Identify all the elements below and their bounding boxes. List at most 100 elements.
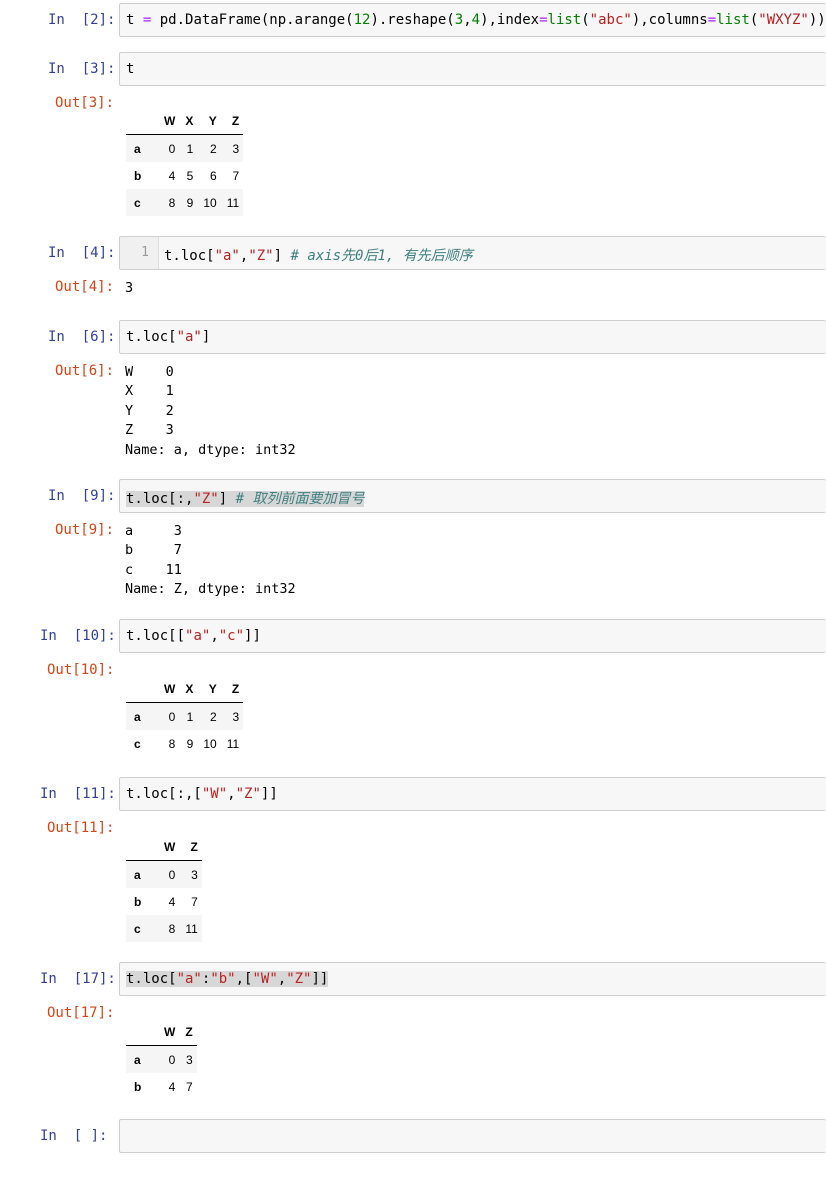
- table-cell: 4: [168, 1079, 176, 1094]
- dataframe-output: W Za 0 3 b 4 7 c 8 11: [126, 833, 202, 942]
- code-cell-17[interactable]: t.loc["a":"b",["W","Z"]]: [119, 962, 826, 996]
- table-cell: 7: [232, 168, 240, 183]
- out-prompt-4: Out[4]:: [55, 279, 115, 295]
- table-cell: 8: [168, 921, 176, 936]
- code-line[interactable]: t.loc["a":"b",["W","Z"]]: [126, 971, 329, 987]
- index-header: [126, 833, 158, 861]
- index-header: [126, 675, 158, 703]
- column-header: Z: [179, 833, 202, 861]
- column-header: Z: [220, 107, 244, 135]
- table-row: a 01 23: [126, 702, 244, 730]
- line-gutter: 1: [120, 237, 159, 269]
- column-header: Y: [197, 675, 221, 703]
- in-prompt-9: In [9]:: [48, 488, 116, 504]
- code-line[interactable]: t.loc[:,["W","Z"]]: [126, 786, 278, 802]
- code-cell-6[interactable]: t.loc["a"]: [119, 320, 826, 354]
- code-line[interactable]: t.loc["a","Z"] # axis先0后1, 有先后顺序: [164, 245, 473, 265]
- out-prompt-3: Out[3]:: [55, 95, 115, 111]
- line-number: 1: [141, 245, 149, 260]
- table-cell: 9: [186, 736, 194, 751]
- table-row: b 47: [126, 1073, 197, 1100]
- table-cell: 1: [186, 709, 194, 724]
- column-header: X: [179, 675, 198, 703]
- row-index: b: [134, 894, 142, 909]
- row-index: b: [134, 168, 142, 183]
- table-cell: 11: [226, 195, 240, 210]
- table-cell: 0: [168, 867, 176, 882]
- column-header: Z: [179, 1018, 197, 1046]
- table-cell: 11: [185, 921, 198, 936]
- code-line[interactable]: t.loc[:,"Z"] # 取列前面要加冒号: [126, 488, 365, 508]
- table-row: a 01 23: [126, 134, 244, 162]
- code-cell-empty[interactable]: [119, 1119, 826, 1153]
- text-output: 3: [125, 280, 134, 296]
- table-cell: 6: [210, 168, 217, 183]
- in-prompt-11: In [11]:: [40, 786, 116, 802]
- in-prompt-17: In [17]:: [40, 971, 116, 987]
- row-index: c: [134, 736, 141, 751]
- text-output: W 0 X 1 Y 2 Z 3 Name: a, dtype: int32: [125, 364, 296, 458]
- column-header: W: [158, 675, 180, 703]
- in-prompt-3: In [3]:: [48, 61, 116, 77]
- out-prompt-10: Out[10]:: [47, 662, 115, 678]
- table-cell: 0: [168, 1052, 176, 1067]
- table-cell: 7: [185, 1079, 193, 1094]
- table-cell: 3: [232, 709, 240, 724]
- in-prompt-2: In [2]:: [48, 12, 116, 28]
- table-row: a 03: [126, 1045, 197, 1073]
- column-header: Y: [197, 107, 221, 135]
- in-prompt-6: In [6]:: [48, 329, 116, 345]
- table-cell: 1: [186, 141, 194, 156]
- table-cell: 0: [168, 709, 176, 724]
- code-comment: # axis先0后1, 有先后顺序: [290, 248, 473, 264]
- text-output: a 3 b 7 c 11 Name: Z, dtype: int32: [125, 523, 296, 598]
- dataframe-output: W X Y Za 0 1 2 3 b 4 5 6 7 c 8 9 10 11: [126, 107, 244, 216]
- column-header: X: [179, 107, 198, 135]
- index-header: [126, 1018, 158, 1046]
- table-cell: 10: [203, 195, 217, 210]
- table-cell: 11: [226, 736, 240, 751]
- code-line[interactable]: t = pd.DataFrame(np.arange(12).reshape(3…: [126, 12, 826, 28]
- index-header: [126, 107, 158, 135]
- table-cell: 3: [185, 1052, 193, 1067]
- table-cell: 8: [168, 195, 176, 210]
- column-header: W: [158, 1018, 180, 1046]
- code-cell-3[interactable]: t: [119, 52, 826, 86]
- column-header: W: [158, 833, 180, 861]
- code-comment: # 取列前面要加冒号: [235, 491, 365, 507]
- dataframe-output: WZa 03 b 47: [126, 1018, 197, 1100]
- code-cell-4[interactable]: 1 t.loc["a","Z"] # axis先0后1, 有先后顺序: [119, 236, 826, 270]
- code-cell-11[interactable]: t.loc[:,["W","Z"]]: [119, 777, 826, 811]
- row-index: a: [134, 1052, 141, 1067]
- code-line[interactable]: t.loc[["a","c"]]: [126, 628, 261, 644]
- code-cell-10[interactable]: t.loc[["a","c"]]: [119, 619, 826, 653]
- table-cell: 7: [191, 894, 198, 909]
- dataframe-output: W X Y Za 0 1 2 3 c 8 9 10 11: [126, 675, 244, 757]
- code-cell-2[interactable]: t = pd.DataFrame(np.arange(12).reshape(3…: [119, 3, 826, 37]
- table-row: a 03: [126, 860, 202, 888]
- out-prompt-9: Out[9]:: [55, 522, 115, 538]
- row-index: a: [134, 709, 141, 724]
- table-cell: 9: [186, 195, 194, 210]
- in-prompt-4: In [4]:: [48, 245, 116, 261]
- column-header: W: [158, 107, 180, 135]
- row-index: c: [134, 195, 141, 210]
- in-prompt-empty: In [ ]:: [40, 1128, 108, 1144]
- table-row: b 47: [126, 888, 202, 915]
- code-cell-9[interactable]: t.loc[:,"Z"] # 取列前面要加冒号: [119, 479, 826, 513]
- row-index: a: [134, 141, 141, 156]
- table-row: c 8 9 10 11: [126, 189, 244, 216]
- column-header: Z: [220, 675, 244, 703]
- row-index: a: [134, 867, 141, 882]
- out-prompt-6: Out[6]:: [55, 363, 115, 379]
- table-cell: 8: [168, 736, 176, 751]
- table-cell: 4: [168, 894, 176, 909]
- code-line[interactable]: t: [126, 61, 134, 77]
- table-row: c 8 11: [126, 915, 202, 942]
- code-line[interactable]: t.loc["a"]: [126, 329, 210, 345]
- table-cell: 2: [210, 141, 217, 156]
- code-main: t.loc["a","Z"]: [164, 248, 283, 264]
- out-prompt-11: Out[11]:: [47, 820, 115, 836]
- table-cell: 10: [203, 736, 217, 751]
- table-row: c 8 9 10 11: [126, 730, 243, 757]
